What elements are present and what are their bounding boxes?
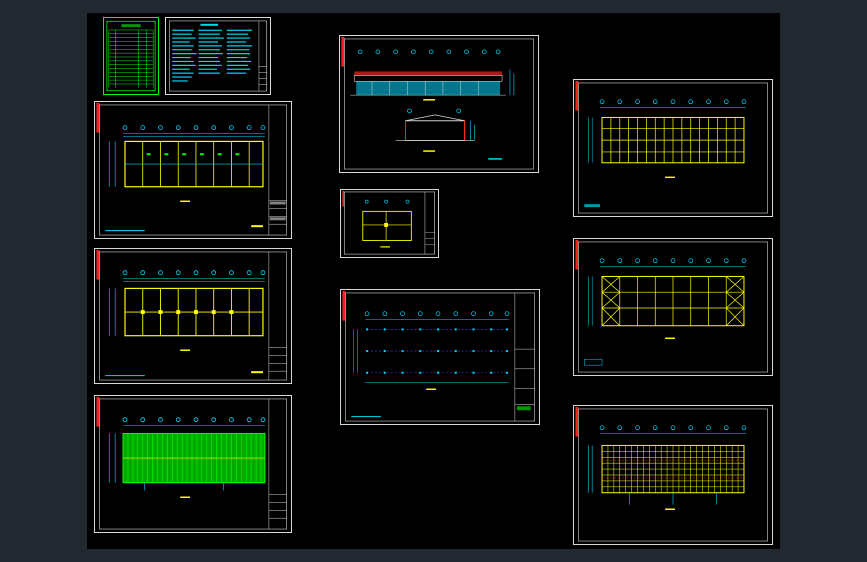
sheet-detail[interactable]: Detail <box>340 189 439 258</box>
sheet-design-notes[interactable]: Design notes <box>165 17 271 95</box>
elevation-section-graphic <box>341 36 534 170</box>
sheet-elevation-section[interactable]: Elevation and section <box>339 35 539 173</box>
anchor-plan-graphic <box>342 290 535 422</box>
plan-2-graphic <box>96 249 287 381</box>
sheet-plan-2[interactable]: Plan 2 <box>94 248 292 384</box>
detail-graphic <box>342 190 435 255</box>
sheet-drawing-index[interactable]: Drawing index <box>103 17 159 95</box>
sheet-plan-1[interactable]: Plan 1 <box>94 101 292 239</box>
drawing-canvas[interactable]: Drawing index Design notes <box>87 13 780 549</box>
sheet-framing-elevation-b[interactable]: Framing elevation B <box>573 238 773 376</box>
sheet-roof-plan[interactable]: Roof plan <box>94 395 292 533</box>
framing-elevation-b-graphic <box>575 239 768 373</box>
sheet-framing-elevation-a[interactable]: Framing elevation A <box>573 79 773 217</box>
sheet-framing-elevation-c[interactable]: Framing elevation C <box>573 405 773 545</box>
framing-elevation-c-graphic <box>575 406 768 542</box>
sheet-anchor-plan[interactable]: Anchor bolt plan <box>340 289 540 425</box>
index-table-graphic <box>106 20 156 92</box>
plan-1-graphic <box>96 102 287 236</box>
framing-elevation-a-graphic <box>575 80 768 214</box>
roof-plan-graphic <box>96 396 287 530</box>
notes-graphic <box>168 20 268 92</box>
